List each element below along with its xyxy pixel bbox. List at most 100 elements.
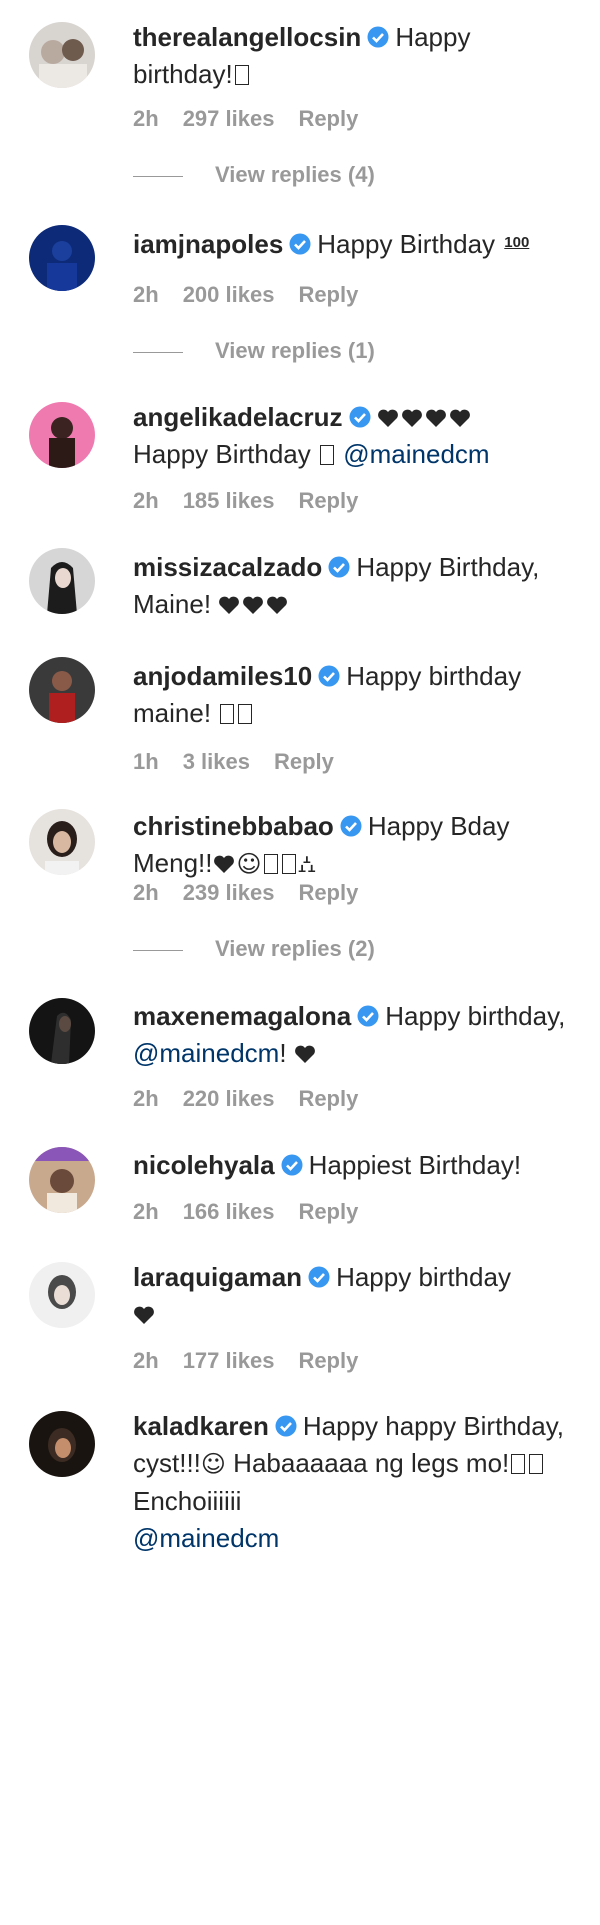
- mention-link[interactable]: @mainedcm: [133, 1038, 279, 1068]
- reply-button[interactable]: Reply: [298, 1086, 358, 1111]
- emoji-placeholder-icon: [220, 704, 235, 724]
- comment-username[interactable]: missizacalzado: [133, 552, 322, 582]
- avatar[interactable]: [29, 657, 95, 723]
- reply-button[interactable]: Reply: [298, 488, 358, 513]
- avatar[interactable]: [29, 1147, 95, 1213]
- comment-username[interactable]: angelikadelacruz: [133, 402, 343, 432]
- heart-icon: [294, 1044, 316, 1064]
- comment-time: 2h: [133, 488, 159, 513]
- comment-meta: 2h 239 likes Reply: [133, 880, 382, 906]
- comment-meta: 2h 297 likes Reply: [133, 106, 382, 132]
- comment-time: 2h: [133, 106, 159, 131]
- comment-username[interactable]: laraquigaman: [133, 1262, 302, 1292]
- avatar[interactable]: [29, 998, 95, 1064]
- comment-text: Happiest Birthday!: [308, 1150, 522, 1180]
- heart-icon: [213, 854, 235, 874]
- comment-text-3: Enchoiiiiii: [133, 1486, 242, 1516]
- emoji-placeholder-icon: [234, 65, 249, 85]
- avatar[interactable]: [29, 1411, 95, 1477]
- comment-time: 2h: [133, 880, 159, 905]
- comment-body: laraquigaman Happy birthday: [133, 1259, 573, 1333]
- surprised-face-icon: ☺: [200, 1450, 226, 1478]
- reply-button[interactable]: Reply: [298, 1348, 358, 1373]
- comment-body: christinebbabao Happy Bday Meng!! ☺ ⛼: [133, 808, 573, 883]
- comment-time: 2h: [133, 1348, 159, 1373]
- view-replies-button[interactable]: View replies (1): [133, 338, 375, 364]
- comment-likes[interactable]: 200 likes: [183, 282, 275, 307]
- avatar[interactable]: [29, 402, 95, 468]
- comment-time: 2h: [133, 282, 159, 307]
- comment-time: 2h: [133, 1086, 159, 1111]
- comment-time: 2h: [133, 1199, 159, 1224]
- mention-link[interactable]: @mainedcm: [343, 439, 489, 469]
- verified-badge-icon: [349, 406, 371, 428]
- comment-meta: 2h 185 likes Reply: [133, 488, 382, 514]
- comment-meta: 2h 166 likes Reply: [133, 1199, 382, 1225]
- divider-line: [133, 175, 183, 177]
- verified-badge-icon: [340, 815, 362, 837]
- comment-body: nicolehyala Happiest Birthday!: [133, 1147, 573, 1184]
- view-replies-label: View replies (4): [215, 162, 375, 187]
- verified-badge-icon: [275, 1415, 297, 1437]
- comment-likes[interactable]: 297 likes: [183, 106, 275, 131]
- mention-link[interactable]: @mainedcm: [133, 1523, 279, 1553]
- comment-text-suffix: !: [279, 1038, 287, 1068]
- avatar[interactable]: [29, 548, 95, 614]
- comment-username[interactable]: kaladkaren: [133, 1411, 269, 1441]
- heart-icon: [377, 408, 399, 428]
- comment-meta: 2h 177 likes Reply: [133, 1348, 382, 1374]
- divider-line: [133, 949, 183, 951]
- view-replies-label: View replies (2): [215, 936, 375, 961]
- comment-username[interactable]: nicolehyala: [133, 1150, 275, 1180]
- comment-text: Happy Birthday: [133, 439, 311, 469]
- comment-body: maxenemagalona Happy birthday, @mainedcm!: [133, 998, 573, 1072]
- comment-text: Happy Birthday: [317, 229, 496, 259]
- view-replies-button[interactable]: View replies (2): [133, 936, 375, 962]
- comment-username[interactable]: iamjnapoles: [133, 229, 283, 259]
- avatar[interactable]: [29, 22, 95, 88]
- comment-text-2: Habaaaaaa ng legs mo!: [233, 1448, 510, 1478]
- heart-icon: [133, 1305, 155, 1325]
- emoji-placeholder-icon: [320, 445, 334, 465]
- comment-likes[interactable]: 220 likes: [183, 1086, 275, 1111]
- comment-body: therealangellocsin Happy birthday!: [133, 19, 573, 93]
- birthday-cake-icon: ⛼: [297, 850, 317, 878]
- heart-icon: [401, 408, 423, 428]
- comment-username[interactable]: anjodamiles10: [133, 661, 312, 691]
- comment-likes[interactable]: 177 likes: [183, 1348, 275, 1373]
- comment-body: iamjnapoles Happy Birthday 100: [133, 224, 573, 263]
- verified-badge-icon: [289, 233, 311, 255]
- reply-button[interactable]: Reply: [274, 749, 334, 774]
- emoji-placeholder-icon: [511, 1454, 526, 1474]
- heart-icon: [425, 408, 447, 428]
- comment-likes[interactable]: 166 likes: [183, 1199, 275, 1224]
- comment-likes[interactable]: 239 likes: [183, 880, 275, 905]
- hundred-points-icon: 100: [504, 234, 530, 251]
- avatar[interactable]: [29, 1262, 95, 1328]
- avatar[interactable]: [29, 225, 95, 291]
- reply-button[interactable]: Reply: [298, 282, 358, 307]
- comment-body: kaladkaren Happy happy Birthday, cyst!!!☺…: [133, 1408, 573, 1557]
- emoji-placeholder-icon: [281, 854, 296, 874]
- comment-username[interactable]: christinebbabao: [133, 811, 334, 841]
- comment-body: missizacalzado Happy Birthday, Maine!: [133, 549, 573, 623]
- verified-badge-icon: [328, 556, 350, 578]
- reply-button[interactable]: Reply: [298, 106, 358, 131]
- verified-badge-icon: [367, 26, 389, 48]
- comment-body: anjodamiles10 Happy birthday maine!: [133, 658, 573, 732]
- comment-text: Happy birthday,: [385, 1001, 566, 1031]
- comment-username[interactable]: maxenemagalona: [133, 1001, 351, 1031]
- reply-button[interactable]: Reply: [298, 1199, 358, 1224]
- verified-badge-icon: [318, 665, 340, 687]
- comment-username[interactable]: therealangellocsin: [133, 22, 361, 52]
- comment-meta: 2h 220 likes Reply: [133, 1086, 382, 1112]
- verified-badge-icon: [357, 1005, 379, 1027]
- divider-line: [133, 351, 183, 353]
- comment-likes[interactable]: 3 likes: [183, 749, 250, 774]
- avatar[interactable]: [29, 809, 95, 875]
- view-replies-button[interactable]: View replies (4): [133, 162, 375, 188]
- emoji-placeholder-icon: [263, 854, 278, 874]
- emoji-placeholder-icon: [238, 704, 253, 724]
- reply-button[interactable]: Reply: [298, 880, 358, 905]
- comment-likes[interactable]: 185 likes: [183, 488, 275, 513]
